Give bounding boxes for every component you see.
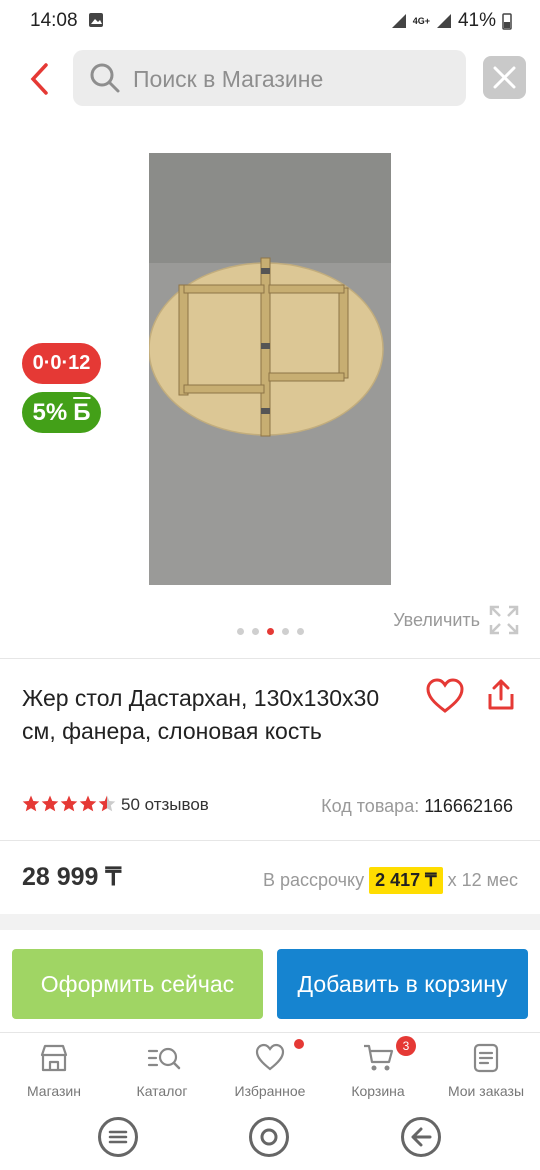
bottom-nav: Магазин Каталог Избранное 3 Корзина Мои … <box>0 1032 540 1111</box>
recents-icon <box>108 1130 128 1144</box>
gallery-dot-active[interactable] <box>267 628 274 635</box>
favorites-dot <box>294 1039 304 1049</box>
system-back-button[interactable] <box>401 1117 441 1157</box>
product-title: Жер стол Дастархан, 130x130x30 см, фанер… <box>22 685 380 744</box>
bonus-badge: 5% Б <box>22 392 101 433</box>
battery-icon <box>502 13 512 30</box>
network-type: 4G+ <box>412 15 430 26</box>
signal-icon <box>391 14 406 28</box>
rating-stars <box>22 795 120 813</box>
bonus-percent: 5% <box>32 398 68 426</box>
nav-label-favorites: Избранное <box>234 1083 306 1099</box>
favorite-heart-icon[interactable] <box>425 678 465 714</box>
expand-icon[interactable] <box>489 605 519 635</box>
product-code-value: 116662166 <box>424 796 513 816</box>
status-time: 14:08 <box>30 10 78 31</box>
gallery-dot[interactable] <box>297 628 304 635</box>
status-right: 4G+ 41% <box>391 10 512 32</box>
back-arrow-icon[interactable] <box>26 62 54 96</box>
installment-info[interactable]: В рассрочку 2 417 ₸ x 12 мес <box>263 867 518 894</box>
cart-count-badge: 3 <box>396 1036 416 1056</box>
status-bar: 14:08 4G+ 41% <box>0 0 540 40</box>
installment-term: x 12 мес <box>447 870 518 890</box>
close-button[interactable] <box>483 56 526 99</box>
signal-icon-2 <box>436 14 451 28</box>
system-recents-button[interactable] <box>98 1117 138 1157</box>
product-price: 28 999 ₸ <box>22 863 122 891</box>
catalog-search-icon <box>147 1047 181 1070</box>
gallery-dot[interactable] <box>282 628 289 635</box>
gallery-icon <box>89 13 103 27</box>
nav-label-cart: Корзина <box>351 1083 405 1099</box>
share-icon[interactable] <box>484 678 518 712</box>
battery-percent: 41% <box>457 10 496 31</box>
buy-now-button[interactable]: Оформить сейчас <box>12 949 263 1019</box>
nav-label-store: Магазин <box>26 1083 81 1099</box>
close-icon <box>493 66 516 89</box>
zoom-label[interactable]: Увеличить <box>393 610 480 631</box>
gallery-dots <box>237 628 304 635</box>
product-photo-drawing <box>149 153 391 585</box>
installment-badge: 0·0·12 <box>22 343 101 384</box>
bonus-currency: Б <box>73 398 91 426</box>
reviews-link[interactable]: 50 отзывов <box>121 795 209 815</box>
divider <box>0 658 540 659</box>
divider <box>0 840 540 841</box>
nav-label-orders: Мои заказы <box>447 1083 525 1099</box>
search-placeholder: Поиск в Магазине <box>133 66 324 92</box>
gallery-dot[interactable] <box>252 628 259 635</box>
star-icons <box>22 795 116 812</box>
section-separator <box>0 914 540 930</box>
back-icon <box>411 1127 432 1147</box>
system-home-button[interactable] <box>249 1117 289 1157</box>
store-icon <box>40 1044 68 1072</box>
search-input[interactable]: Поиск в Магазине <box>73 50 466 106</box>
add-to-cart-button[interactable]: Добавить в корзину <box>277 949 528 1019</box>
gallery-dot[interactable] <box>237 628 244 635</box>
product-image[interactable] <box>149 153 391 585</box>
nav-label-catalog: Каталог <box>136 1083 188 1099</box>
installment-label: В рассрочку <box>262 870 365 890</box>
search-icon <box>90 63 120 93</box>
heart-icon <box>255 1043 285 1071</box>
home-circle-icon <box>260 1128 278 1146</box>
product-code: Код товара: 116662166 <box>321 796 513 817</box>
orders-icon <box>473 1043 499 1073</box>
installment-amount: 2 417 ₸ <box>369 867 443 894</box>
product-code-label: Код товара: <box>321 796 420 816</box>
cart-icon <box>364 1044 394 1071</box>
